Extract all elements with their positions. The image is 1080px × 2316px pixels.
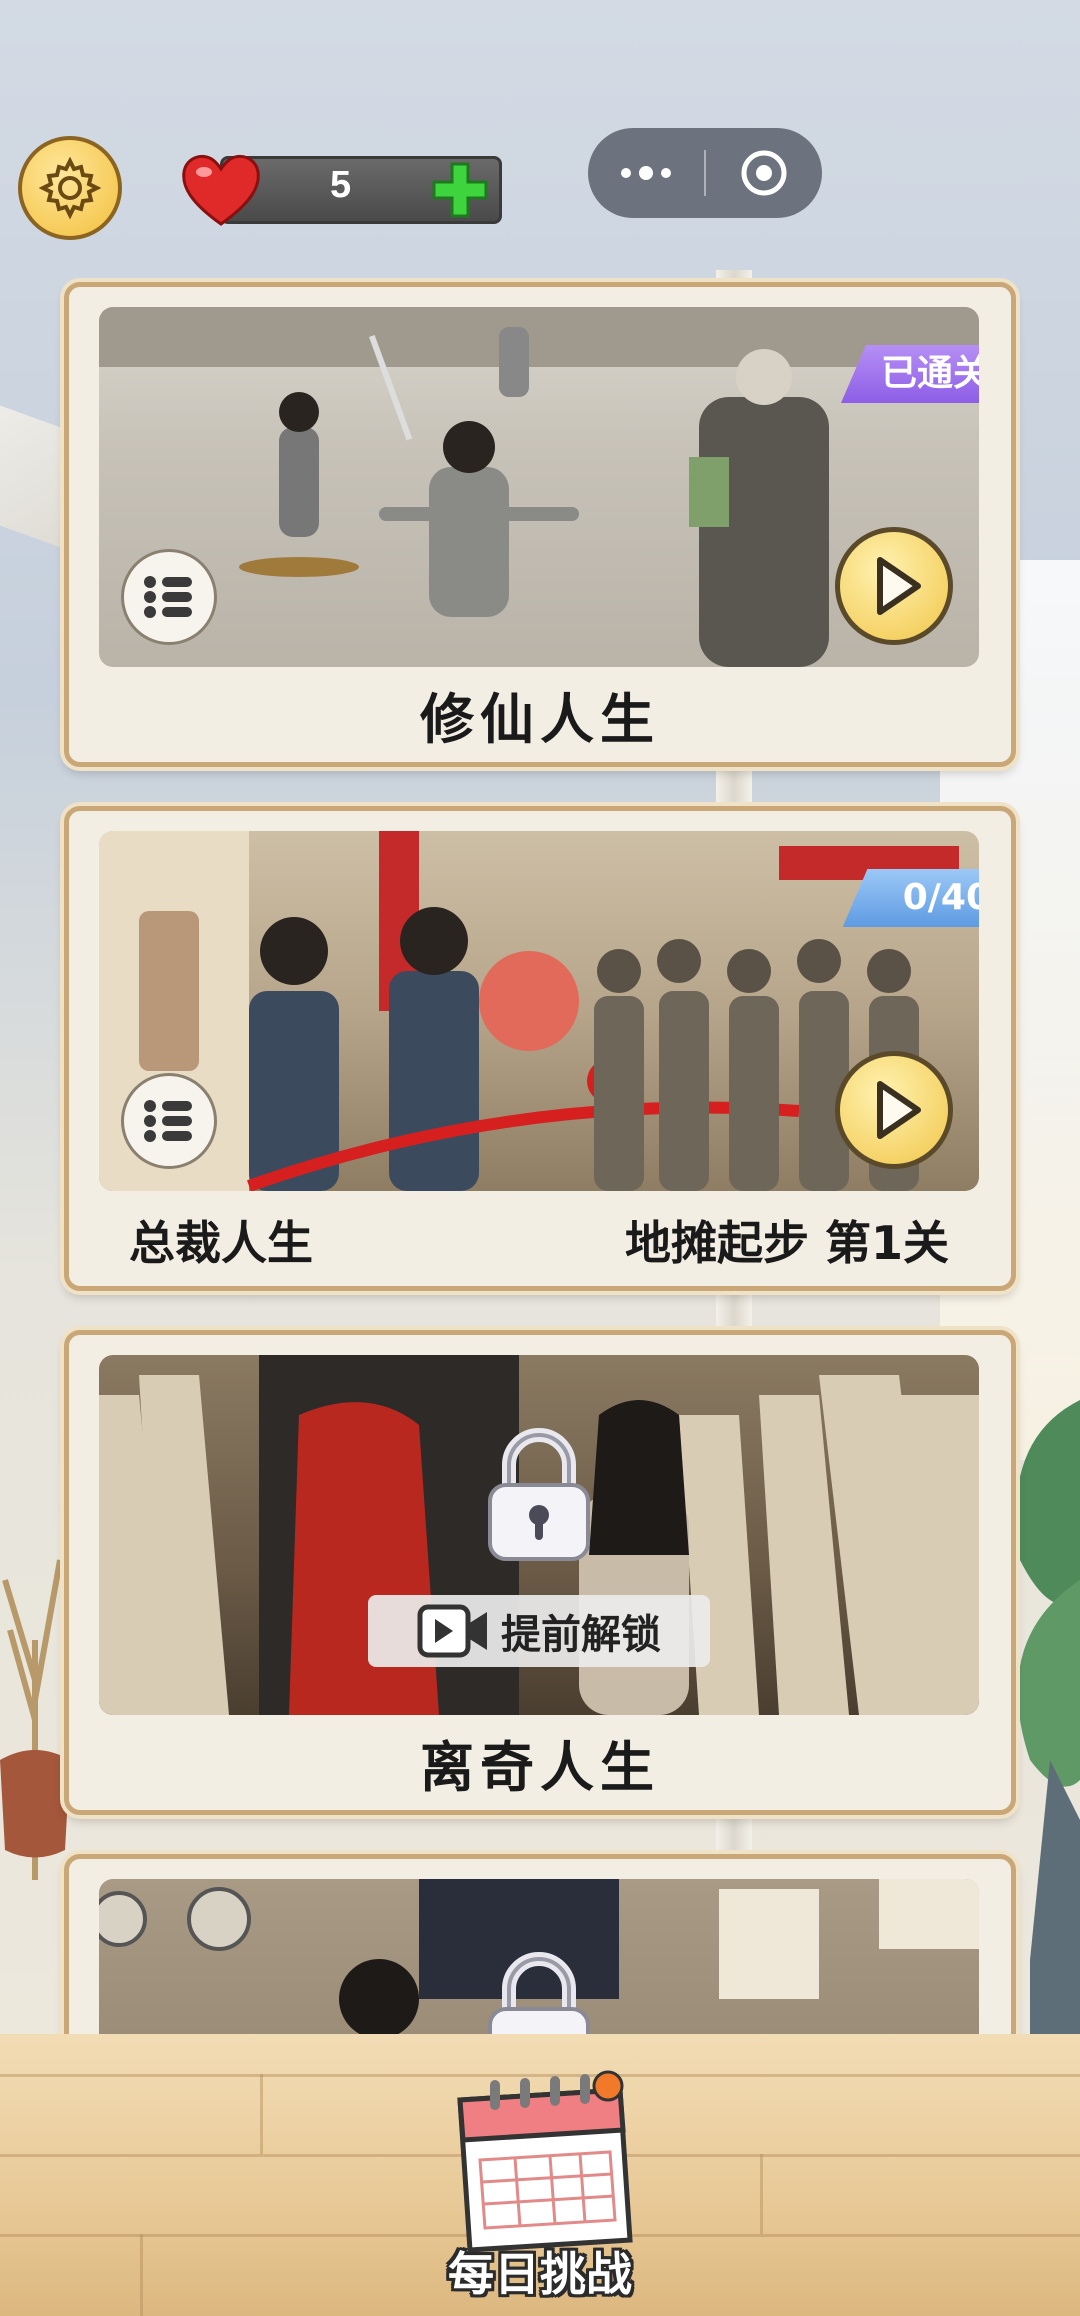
level-illustration: 提前解锁 xyxy=(99,1355,979,1715)
settings-button[interactable] xyxy=(18,136,122,240)
lives-counter: 5 xyxy=(180,154,502,226)
chapter-list-button[interactable] xyxy=(121,1073,217,1169)
level-title: 修仙人生 xyxy=(420,688,660,751)
close-button[interactable] xyxy=(706,128,822,218)
level-card-cultivation[interactable]: 已通关 修仙人生 xyxy=(64,282,1016,767)
level-card-bizarre[interactable]: 提前解锁 离奇人生 xyxy=(64,1330,1016,1815)
level-illustration xyxy=(99,1879,979,2035)
lives-count: 5 xyxy=(330,164,352,206)
heart-icon xyxy=(182,155,260,226)
video-ad-icon xyxy=(417,1604,487,1658)
mini-program-capsule xyxy=(588,128,822,218)
lock-icon xyxy=(488,1952,590,2035)
gear-icon xyxy=(39,157,101,219)
add-lives-button[interactable] xyxy=(430,160,490,220)
level-title: 离奇人生 xyxy=(420,1736,660,1799)
chapter-list-button[interactable] xyxy=(121,549,217,645)
daily-challenge-label: 每日挑战 xyxy=(448,2247,632,2301)
level-illustration: 已通关 xyxy=(99,307,979,667)
play-icon xyxy=(877,1081,921,1139)
calendar-icon xyxy=(457,2070,633,2253)
lock-icon xyxy=(488,1428,590,1561)
play-icon xyxy=(877,557,921,615)
current-stage: 地摊起步 第1关 xyxy=(624,1216,949,1270)
more-dots-icon xyxy=(617,166,675,180)
early-unlock-label: 提前解锁 xyxy=(501,1612,661,1658)
list-icon xyxy=(144,576,192,618)
level-illustration: 0/40 xyxy=(99,831,979,1191)
level-card-ceo[interactable]: 0/40 总裁人生 地摊起步 第1关 xyxy=(64,806,1016,1291)
early-unlock-button[interactable]: 提前解锁 xyxy=(368,1595,710,1667)
target-close-icon xyxy=(741,150,787,196)
more-button[interactable] xyxy=(588,128,704,218)
level-title: 总裁人生 xyxy=(129,1216,313,1270)
level-card-locked-4[interactable] xyxy=(64,1854,1016,2035)
play-button[interactable] xyxy=(835,1051,953,1169)
list-icon xyxy=(144,1100,192,1142)
level-list[interactable]: 已通关 修仙人生 0/40 总裁人生 地摊起步 第1关 提前解锁 离奇人生 xyxy=(0,270,1080,2035)
play-button[interactable] xyxy=(835,527,953,645)
daily-challenge-button[interactable]: 每日挑战 xyxy=(420,2060,660,2301)
